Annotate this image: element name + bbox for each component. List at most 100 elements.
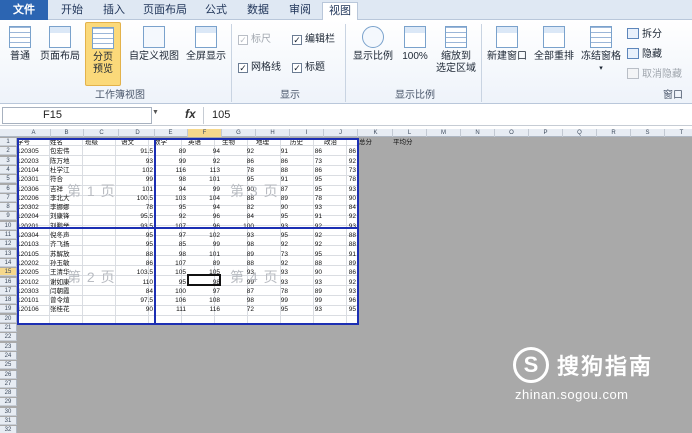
- row-header-26[interactable]: 26: [0, 370, 17, 379]
- column-header-D[interactable]: D: [121, 129, 155, 137]
- student-name-cell[interactable]: 苏解放: [50, 250, 84, 259]
- custom-views-button[interactable]: 自定义视图: [126, 26, 182, 82]
- score-cell[interactable]: 103.5: [121, 268, 155, 277]
- score-cell[interactable]: 90: [256, 203, 290, 212]
- score-cell[interactable]: 86: [324, 147, 358, 156]
- column-header-S[interactable]: S: [631, 129, 665, 137]
- student-name-cell[interactable]: 包宏伟: [50, 147, 84, 156]
- score-cell[interactable]: 73: [290, 157, 324, 166]
- page-break-line[interactable]: [17, 227, 359, 229]
- score-cell[interactable]: 91: [290, 212, 324, 221]
- row-header-14[interactable]: 14: [0, 258, 17, 267]
- score-cell[interactable]: 88: [324, 231, 358, 240]
- score-cell[interactable]: 101: [121, 185, 155, 194]
- freeze-panes-button[interactable]: 冻结窗格 ▾: [578, 26, 624, 86]
- row-header-22[interactable]: 22: [0, 333, 17, 342]
- score-cell[interactable]: 78: [290, 194, 324, 203]
- score-cell[interactable]: 95: [121, 231, 155, 240]
- score-cell[interactable]: 95: [121, 240, 155, 249]
- row-header-16[interactable]: 16: [0, 277, 17, 286]
- page-break-line[interactable]: [357, 138, 359, 325]
- zoom-to-selection-button[interactable]: 缩放到 选定区域: [434, 26, 478, 86]
- score-cell[interactable]: 98: [154, 175, 188, 184]
- score-cell[interactable]: 96: [188, 212, 222, 221]
- score-cell[interactable]: 95: [324, 305, 358, 314]
- score-cell[interactable]: 89: [154, 147, 188, 156]
- student-id-cell[interactable]: 120106: [17, 305, 51, 314]
- row-header-23[interactable]: 23: [0, 342, 17, 351]
- score-cell[interactable]: 99: [188, 240, 222, 249]
- score-cell[interactable]: 92: [324, 278, 358, 287]
- ruler-checkbox[interactable]: ✓ 标尺: [238, 34, 271, 46]
- score-cell[interactable]: 101: [188, 175, 222, 184]
- headings-checkbox[interactable]: ✓ 标题: [292, 62, 325, 74]
- score-cell[interactable]: 92: [290, 240, 324, 249]
- score-cell[interactable]: 73: [324, 166, 358, 175]
- score-cell[interactable]: 93: [324, 287, 358, 296]
- student-name-cell[interactable]: 齐飞扬: [50, 240, 84, 249]
- full-screen-button[interactable]: 全屏显示: [184, 26, 228, 82]
- column-header-P[interactable]: P: [529, 129, 563, 137]
- student-id-cell[interactable]: 120105: [17, 250, 51, 259]
- score-cell[interactable]: 94: [188, 147, 222, 156]
- tab-formulas[interactable]: 公式: [198, 2, 234, 20]
- score-cell[interactable]: 95: [154, 278, 188, 287]
- score-cell[interactable]: 90: [324, 194, 358, 203]
- column-header-A[interactable]: A: [17, 129, 51, 137]
- row-header-6[interactable]: 6: [0, 184, 17, 193]
- score-cell[interactable]: 92: [324, 157, 358, 166]
- row-header-9[interactable]: 9: [0, 212, 17, 221]
- score-cell[interactable]: 92: [290, 231, 324, 240]
- score-cell[interactable]: 97: [188, 287, 222, 296]
- student-id-cell[interactable]: 120104: [17, 166, 51, 175]
- column-header-F[interactable]: F: [188, 129, 222, 137]
- score-cell[interactable]: 95: [290, 175, 324, 184]
- score-cell[interactable]: 78: [256, 287, 290, 296]
- score-cell[interactable]: 91.5: [121, 147, 155, 156]
- score-cell[interactable]: 89: [290, 287, 324, 296]
- row-header-29[interactable]: 29: [0, 398, 17, 407]
- student-name-cell[interactable]: 李娜娜: [50, 203, 84, 212]
- score-cell[interactable]: 92: [154, 212, 188, 221]
- row-header-7[interactable]: 7: [0, 193, 17, 202]
- column-header-T[interactable]: T: [665, 129, 692, 137]
- score-cell[interactable]: 99: [154, 157, 188, 166]
- score-cell[interactable]: 86: [222, 157, 256, 166]
- row-header-31[interactable]: 31: [0, 417, 17, 425]
- score-cell[interactable]: 95: [256, 231, 290, 240]
- student-name-cell[interactable]: 张桂花: [50, 305, 84, 314]
- tab-home[interactable]: 开始: [54, 2, 90, 20]
- score-cell[interactable]: 95: [256, 212, 290, 221]
- student-id-cell[interactable]: 120303: [17, 287, 51, 296]
- score-cell[interactable]: 107: [154, 259, 188, 268]
- row-header-8[interactable]: 8: [0, 203, 17, 212]
- score-cell[interactable]: 106: [154, 296, 188, 305]
- tab-review[interactable]: 审阅: [282, 2, 318, 20]
- zoom-button[interactable]: 显示比例: [350, 26, 396, 82]
- score-cell[interactable]: 84: [324, 203, 358, 212]
- score-cell[interactable]: 95: [154, 203, 188, 212]
- student-id-cell[interactable]: 120306: [17, 185, 51, 194]
- score-cell[interactable]: 111: [154, 305, 188, 314]
- normal-view-button[interactable]: 普通: [4, 26, 36, 82]
- tab-file[interactable]: 文件: [0, 0, 48, 20]
- row-header-32[interactable]: 32: [0, 426, 17, 433]
- score-cell[interactable]: 102: [188, 231, 222, 240]
- score-cell[interactable]: 116: [154, 166, 188, 175]
- tab-insert[interactable]: 插入: [96, 2, 132, 20]
- score-cell[interactable]: 95.5: [121, 212, 155, 221]
- column-header-E[interactable]: E: [154, 129, 188, 137]
- page-break-preview-button[interactable]: 分页 预览: [85, 22, 121, 86]
- row-header-4[interactable]: 4: [0, 165, 17, 174]
- score-cell[interactable]: 97.5: [121, 296, 155, 305]
- score-cell[interactable]: 85: [154, 240, 188, 249]
- score-cell[interactable]: 78: [324, 175, 358, 184]
- score-cell[interactable]: 91: [324, 250, 358, 259]
- row-header-17[interactable]: 17: [0, 286, 17, 295]
- student-name-cell[interactable]: 杜学江: [50, 166, 84, 175]
- student-id-cell[interactable]: 120305: [17, 147, 51, 156]
- score-cell[interactable]: 86: [290, 166, 324, 175]
- score-cell[interactable]: 86: [290, 147, 324, 156]
- score-cell[interactable]: 100: [154, 287, 188, 296]
- score-cell[interactable]: 95: [290, 250, 324, 259]
